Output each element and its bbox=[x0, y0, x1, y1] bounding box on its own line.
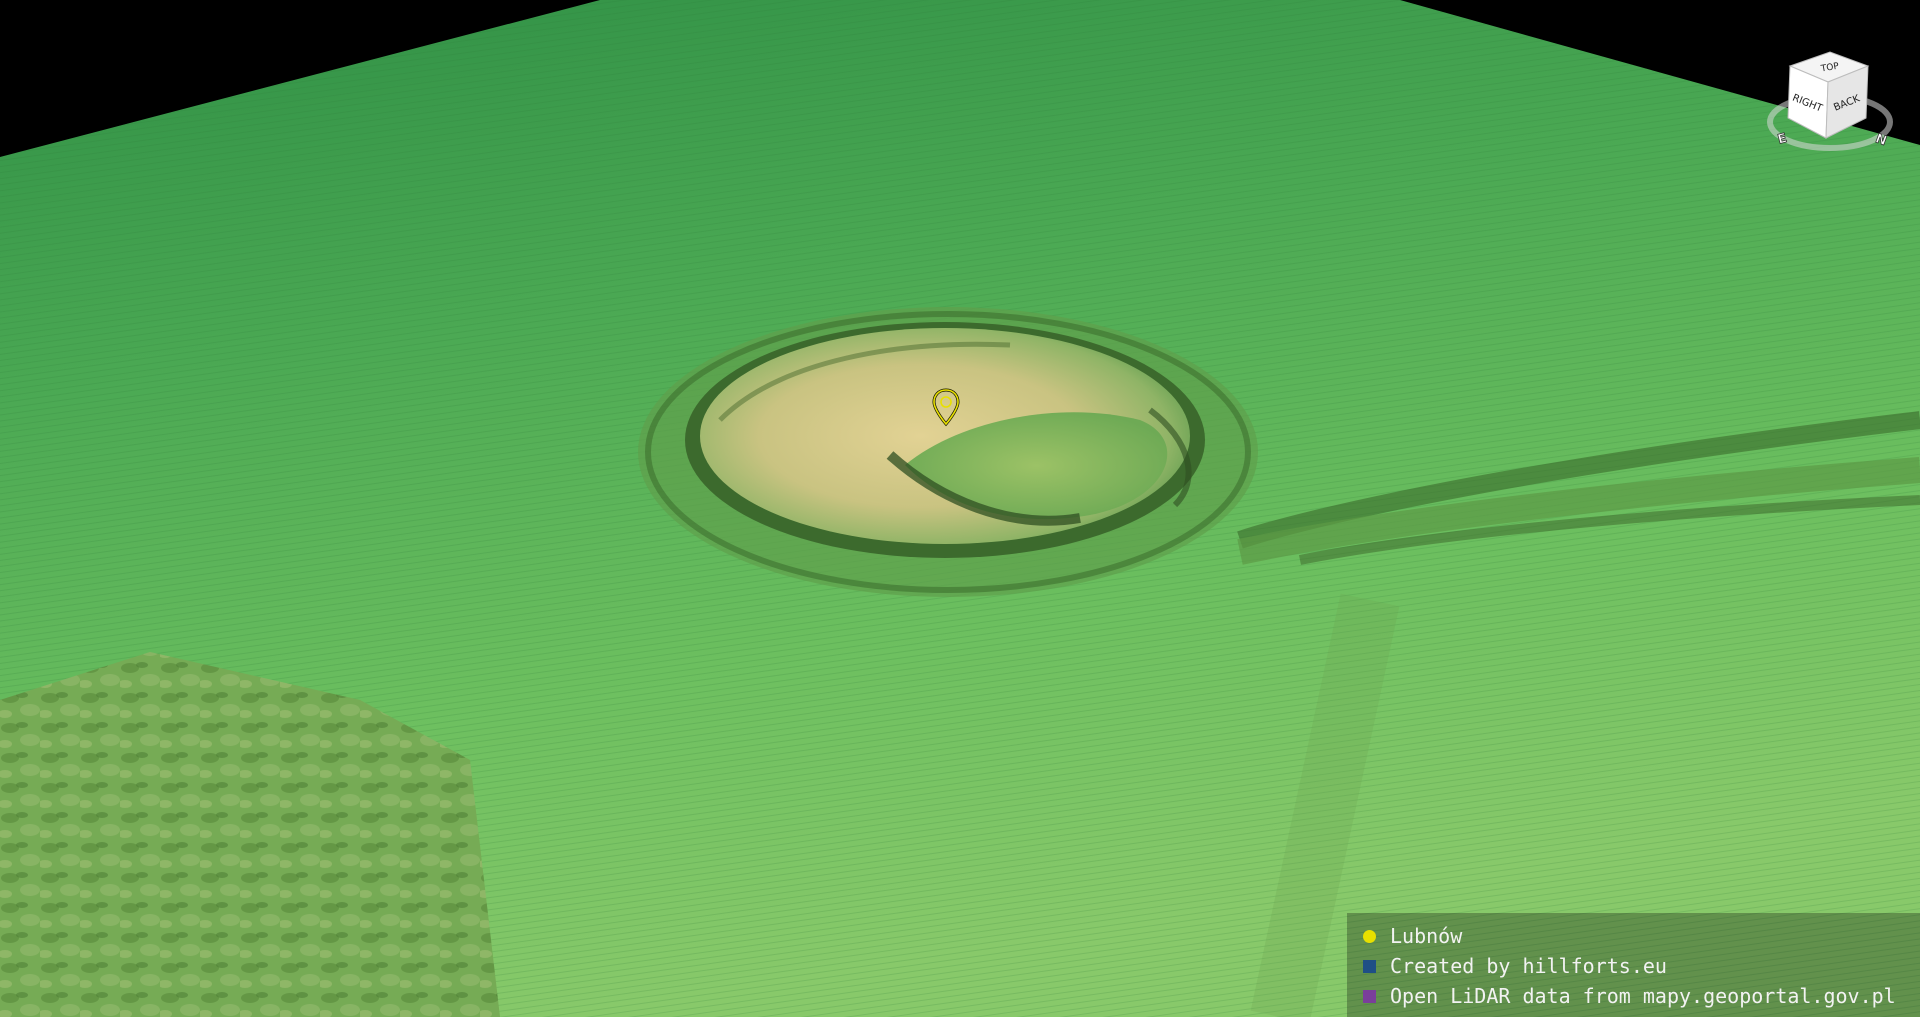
legend-label-data-source[interactable]: Open LiDAR data from mapy.geoportal.gov.… bbox=[1390, 984, 1896, 1008]
map-pin-icon[interactable] bbox=[931, 388, 961, 428]
legend-swatch-site bbox=[1363, 929, 1376, 943]
navigation-cube-icon[interactable]: TOP RIGHT BACK E N bbox=[1760, 44, 1900, 162]
legend-swatch-author bbox=[1363, 959, 1376, 973]
map-viewport[interactable]: TOP RIGHT BACK E N Lubnów Created by hil… bbox=[0, 0, 1920, 1017]
compass-east-label[interactable]: E bbox=[1776, 131, 1789, 149]
map-legend: Lubnów Created by hillforts.eu Open LiDA… bbox=[1347, 913, 1920, 1017]
compass-north-label[interactable]: N bbox=[1873, 131, 1889, 150]
lidar-terrain-3d-view[interactable] bbox=[0, 0, 1920, 1017]
legend-label-site: Lubnów bbox=[1390, 924, 1463, 948]
legend-item-author[interactable]: Created by hillforts.eu bbox=[1357, 951, 1920, 981]
legend-item-site: Lubnów bbox=[1357, 921, 1920, 951]
legend-swatch-data-source bbox=[1363, 989, 1376, 1003]
legend-item-data-source[interactable]: Open LiDAR data from mapy.geoportal.gov.… bbox=[1357, 981, 1920, 1011]
legend-label-author[interactable]: Created by hillforts.eu bbox=[1390, 954, 1667, 978]
